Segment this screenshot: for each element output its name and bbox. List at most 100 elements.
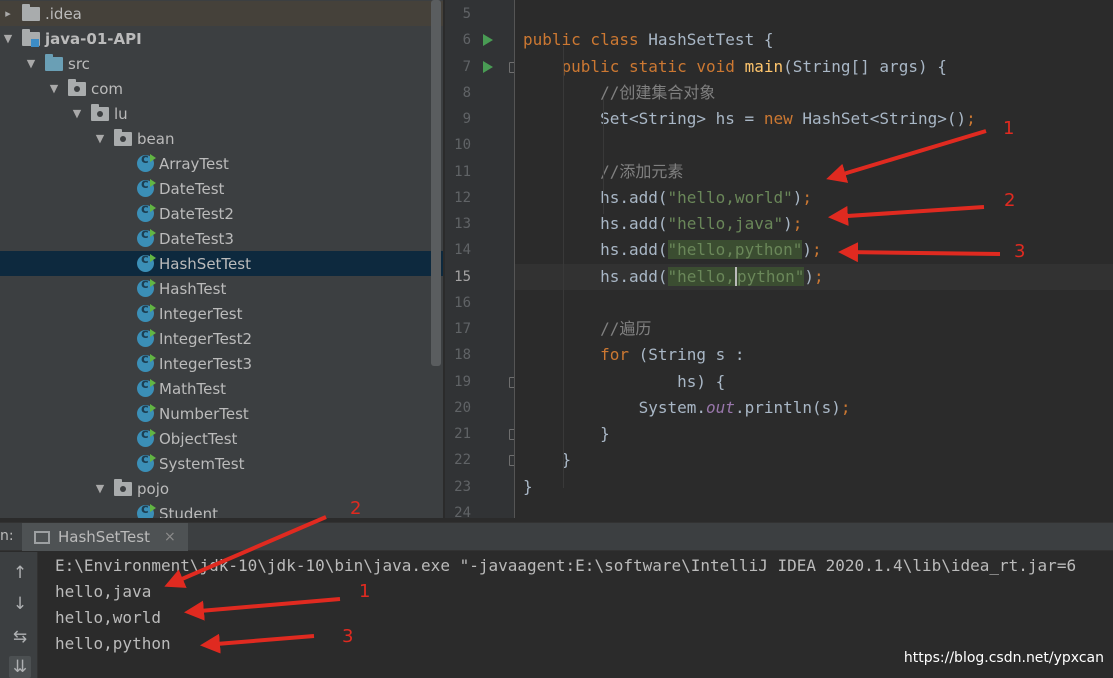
- tree-item-objecttest[interactable]: ObjectTest: [0, 426, 443, 451]
- run-tab-hashsettest[interactable]: HashSetTest ×: [22, 523, 188, 551]
- tree-item-datetest2[interactable]: DateTest2: [0, 201, 443, 226]
- line-number: 17: [454, 321, 471, 337]
- editor-gutter: 5 6 7 8 9 10 11 12 13 14 15 16 17 18 19 20 21 22 23 24: [445, 0, 523, 521]
- code-token: //创建集合对象: [600, 82, 716, 102]
- code-line[interactable]: hs.add("hello,java");: [523, 211, 802, 237]
- code-line[interactable]: hs) {: [523, 369, 725, 395]
- tree-item-label: .idea: [45, 4, 82, 23]
- code-token: out: [706, 397, 735, 417]
- arrow-up-icon[interactable]: ↑: [9, 562, 31, 584]
- tree-item-hashsettest[interactable]: HashSetTest: [0, 251, 443, 276]
- code-line[interactable]: for (String s :: [523, 342, 745, 368]
- code-token: (String s :: [638, 345, 745, 365]
- java-class-icon: [137, 427, 156, 447]
- tree-item-datetest3[interactable]: DateTest3: [0, 226, 443, 251]
- line-number: 7: [462, 58, 471, 75]
- code-line[interactable]: public static void main(String[] args) {: [523, 54, 947, 80]
- tree-item-label: bean: [137, 129, 175, 148]
- run-icon[interactable]: [483, 60, 493, 73]
- chevron-down-icon[interactable]: ▼: [69, 107, 85, 120]
- code-token: ;: [840, 397, 851, 417]
- code-token: "hello,python": [667, 240, 803, 260]
- tree-item-lu[interactable]: ▼ lu: [0, 101, 443, 126]
- line-number: 15: [454, 268, 471, 285]
- tree-item-java-01-api[interactable]: ▼ java-01-API: [0, 26, 443, 51]
- tree-item-mathtest[interactable]: MathTest: [0, 376, 443, 401]
- chevron-down-icon[interactable]: ▼: [0, 32, 16, 45]
- code-line[interactable]: public class HashSetTest {: [523, 27, 773, 53]
- line-number: 22: [454, 452, 471, 469]
- code-token: ;: [814, 266, 824, 286]
- line-number: 23: [454, 478, 471, 495]
- close-icon[interactable]: ×: [164, 529, 176, 545]
- tree-item-com[interactable]: ▼ com: [0, 76, 443, 101]
- code-token: main: [744, 56, 784, 76]
- annotation-number: 3: [342, 626, 354, 647]
- chevron-down-icon[interactable]: ▼: [92, 132, 108, 145]
- java-class-icon: [137, 252, 156, 272]
- chevron-down-icon[interactable]: ▼: [46, 82, 62, 95]
- tree-item-bean[interactable]: ▼ bean: [0, 126, 443, 151]
- code-line[interactable]: hs.add("hello,world");: [523, 185, 812, 211]
- code-line[interactable]: }: [523, 421, 610, 447]
- code-token: "hello,world": [667, 187, 793, 207]
- tree-item-integertest[interactable]: IntegerTest: [0, 301, 443, 326]
- scroll-to-end-icon[interactable]: ⇊: [9, 656, 31, 678]
- code-token: HashSetTest {: [648, 30, 774, 50]
- tree-item-arraytest[interactable]: ArrayTest: [0, 151, 443, 176]
- code-line[interactable]: //创建集合对象: [523, 80, 715, 106]
- code-token: HashSet<String>(): [802, 109, 967, 128]
- tree-item-integertest3[interactable]: IntegerTest3: [0, 351, 443, 376]
- folder-icon: [22, 3, 40, 21]
- code-token: python": [734, 266, 805, 286]
- tree-item-src[interactable]: ▼ src: [0, 51, 443, 76]
- java-class-icon: [137, 202, 156, 222]
- annotation-number: 1: [359, 581, 371, 602]
- arrow-down-icon[interactable]: ↓: [9, 593, 31, 615]
- tree-item-label: src: [68, 54, 90, 73]
- code-token: }: [523, 424, 610, 443]
- tree-item-label: java-01-API: [45, 29, 142, 48]
- run-icon[interactable]: [483, 34, 493, 47]
- code-token: "hello,java": [667, 214, 784, 233]
- java-class-icon: [137, 352, 156, 372]
- code-line[interactable]: System.out.println(s);: [523, 395, 851, 421]
- tree-item-hashtest[interactable]: HashTest: [0, 276, 443, 301]
- chevron-right-icon[interactable]: ▸: [0, 7, 16, 20]
- code-line[interactable]: }: [523, 474, 533, 500]
- code-line[interactable]: hs.add("hello,python");: [523, 237, 822, 263]
- tree-item-datetest[interactable]: DateTest: [0, 176, 443, 201]
- watermark: https://blog.csdn.net/ypxcan: [903, 650, 1104, 666]
- code-token: ): [783, 214, 793, 233]
- tree-item-systemtest[interactable]: SystemTest: [0, 451, 443, 476]
- code-line[interactable]: //遍历: [523, 316, 651, 342]
- chevron-down-icon[interactable]: ▼: [92, 482, 108, 495]
- tree-item-idea[interactable]: ▸ .idea: [0, 1, 443, 26]
- annotation-number: 2: [350, 498, 362, 519]
- java-class-icon: [137, 402, 156, 422]
- code-token: hs.add(: [523, 187, 668, 207]
- code-token: ): [804, 266, 815, 286]
- package-icon: [68, 78, 86, 96]
- code-line[interactable]: Set<String> hs = new HashSet<String>();: [523, 106, 976, 132]
- code-line[interactable]: hs.add("hello,python");: [523, 264, 824, 290]
- java-class-icon: [137, 152, 156, 172]
- tree-item-label: NumberTest: [159, 404, 249, 423]
- tree-item-integertest2[interactable]: IntegerTest2: [0, 326, 443, 351]
- code-token: public class: [523, 30, 649, 50]
- tree-item-label: com: [91, 79, 124, 98]
- tree-item-numbertest[interactable]: NumberTest: [0, 401, 443, 426]
- code-token: ): [792, 187, 803, 207]
- soft-wrap-icon[interactable]: ⇆: [9, 626, 31, 648]
- chevron-down-icon[interactable]: ▼: [23, 57, 39, 70]
- tree-item-pojo[interactable]: ▼ pojo: [0, 476, 443, 501]
- tree-scrollbar[interactable]: [431, 0, 441, 366]
- run-panel-header: n: HashSetTest ×: [0, 522, 1113, 551]
- package-icon: [114, 128, 132, 146]
- annotation-number: 3: [1014, 241, 1026, 262]
- annotation-number: 1: [1003, 118, 1015, 139]
- tree-item-label: SystemTest: [159, 454, 245, 473]
- tree-item-student[interactable]: Student: [0, 501, 443, 518]
- java-class-icon: [137, 327, 156, 347]
- line-number: 13: [454, 216, 471, 232]
